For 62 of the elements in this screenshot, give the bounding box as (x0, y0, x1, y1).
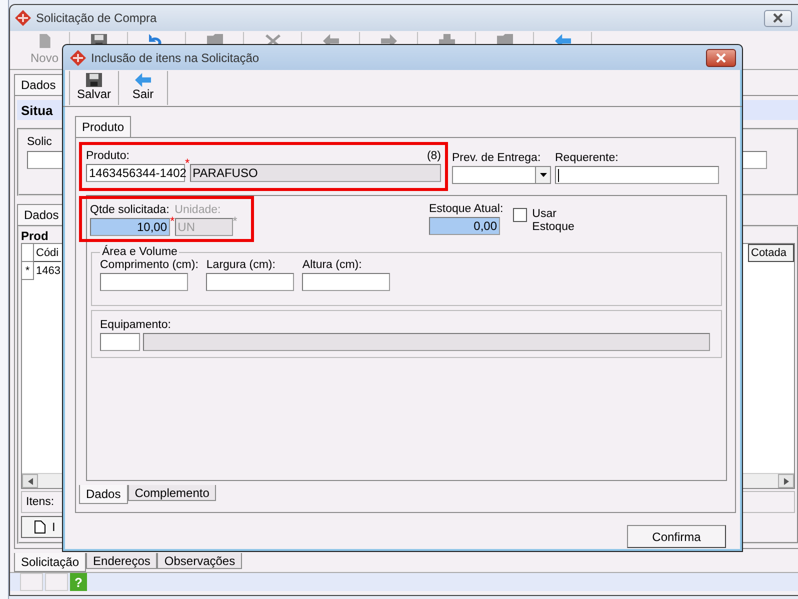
close-icon (715, 52, 727, 62)
column-header[interactable]: Cotada (748, 244, 794, 262)
items-count: Itens: (26, 496, 54, 508)
input-field[interactable] (100, 333, 140, 351)
tab[interactable]: Dados (79, 485, 128, 504)
group-title: Prod (21, 229, 50, 243)
toolbar-button[interactable]: Sair (118, 71, 168, 105)
app-logo-icon (14, 9, 32, 27)
input-field[interactable]: 10,00 (90, 218, 170, 236)
tab[interactable]: Observações (157, 553, 242, 569)
caret-icon (540, 173, 546, 177)
input-field[interactable]: PARAFUSO (190, 164, 441, 182)
group-title: Área e Volume (101, 246, 178, 258)
tab[interactable]: Produto (75, 116, 132, 137)
page-icon (34, 520, 46, 534)
right-triangle-icon (784, 478, 788, 484)
field-label: Solic (27, 136, 53, 148)
count-label: (8) (426, 150, 441, 162)
required-mark: * (170, 217, 175, 225)
field-label: Qtde solicitada: (90, 204, 170, 216)
tab[interactable]: Dados (14, 74, 63, 95)
confirm-button[interactable]: Confirma (627, 525, 726, 548)
window-title: Solicitação de Compra (36, 11, 157, 25)
tab[interactable]: Solicitação (14, 553, 86, 572)
left-arrow-icon (135, 73, 151, 87)
field-label: Equipamento: (100, 319, 172, 331)
date-dropdown[interactable] (452, 166, 551, 184)
tab[interactable]: Complemento (128, 485, 216, 501)
field-label: Altura (cm): (302, 259, 363, 271)
section-title: Situa (21, 102, 53, 118)
status-panel (45, 573, 68, 591)
checkbox[interactable] (513, 208, 528, 222)
toolbar-button[interactable]: Salvar (69, 71, 119, 105)
field-label: Estoque Atual: (429, 203, 504, 215)
scroll-right-button[interactable] (778, 474, 794, 488)
input-field[interactable] (143, 333, 710, 351)
app-logo-icon (69, 48, 87, 66)
close-button[interactable] (706, 48, 736, 66)
input-field[interactable] (555, 166, 719, 184)
dialog-title: Inclusão de itens na Solicitação (91, 50, 260, 64)
field-label: Largura (cm): (206, 259, 276, 271)
column-header[interactable]: Códi (34, 244, 61, 262)
field-label: Produto: (86, 150, 130, 162)
field-label: Requerente: (555, 152, 620, 164)
input-field[interactable]: 1463456344-1402 (86, 164, 185, 182)
input-field[interactable] (206, 273, 294, 291)
table-cell-text: 1463 (35, 264, 62, 279)
tab[interactable]: Endereços (86, 553, 158, 569)
field-label: Unidade: (174, 204, 222, 216)
input-field[interactable]: 0,00 (429, 217, 500, 235)
required-mark: * (185, 159, 190, 167)
field-label: Prev. de Entrega: (452, 152, 542, 164)
field-label: Comprimento (cm): (100, 259, 198, 271)
checkbox-label: Usar Estoque (532, 208, 576, 234)
input-field[interactable] (100, 273, 188, 291)
input-field[interactable] (302, 273, 390, 291)
required-mark: * (232, 217, 238, 225)
close-button[interactable] (764, 10, 792, 26)
left-triangle-icon (28, 478, 32, 484)
scroll-left-button[interactable] (22, 474, 38, 488)
close-icon (772, 13, 784, 23)
status-panel (20, 573, 43, 591)
